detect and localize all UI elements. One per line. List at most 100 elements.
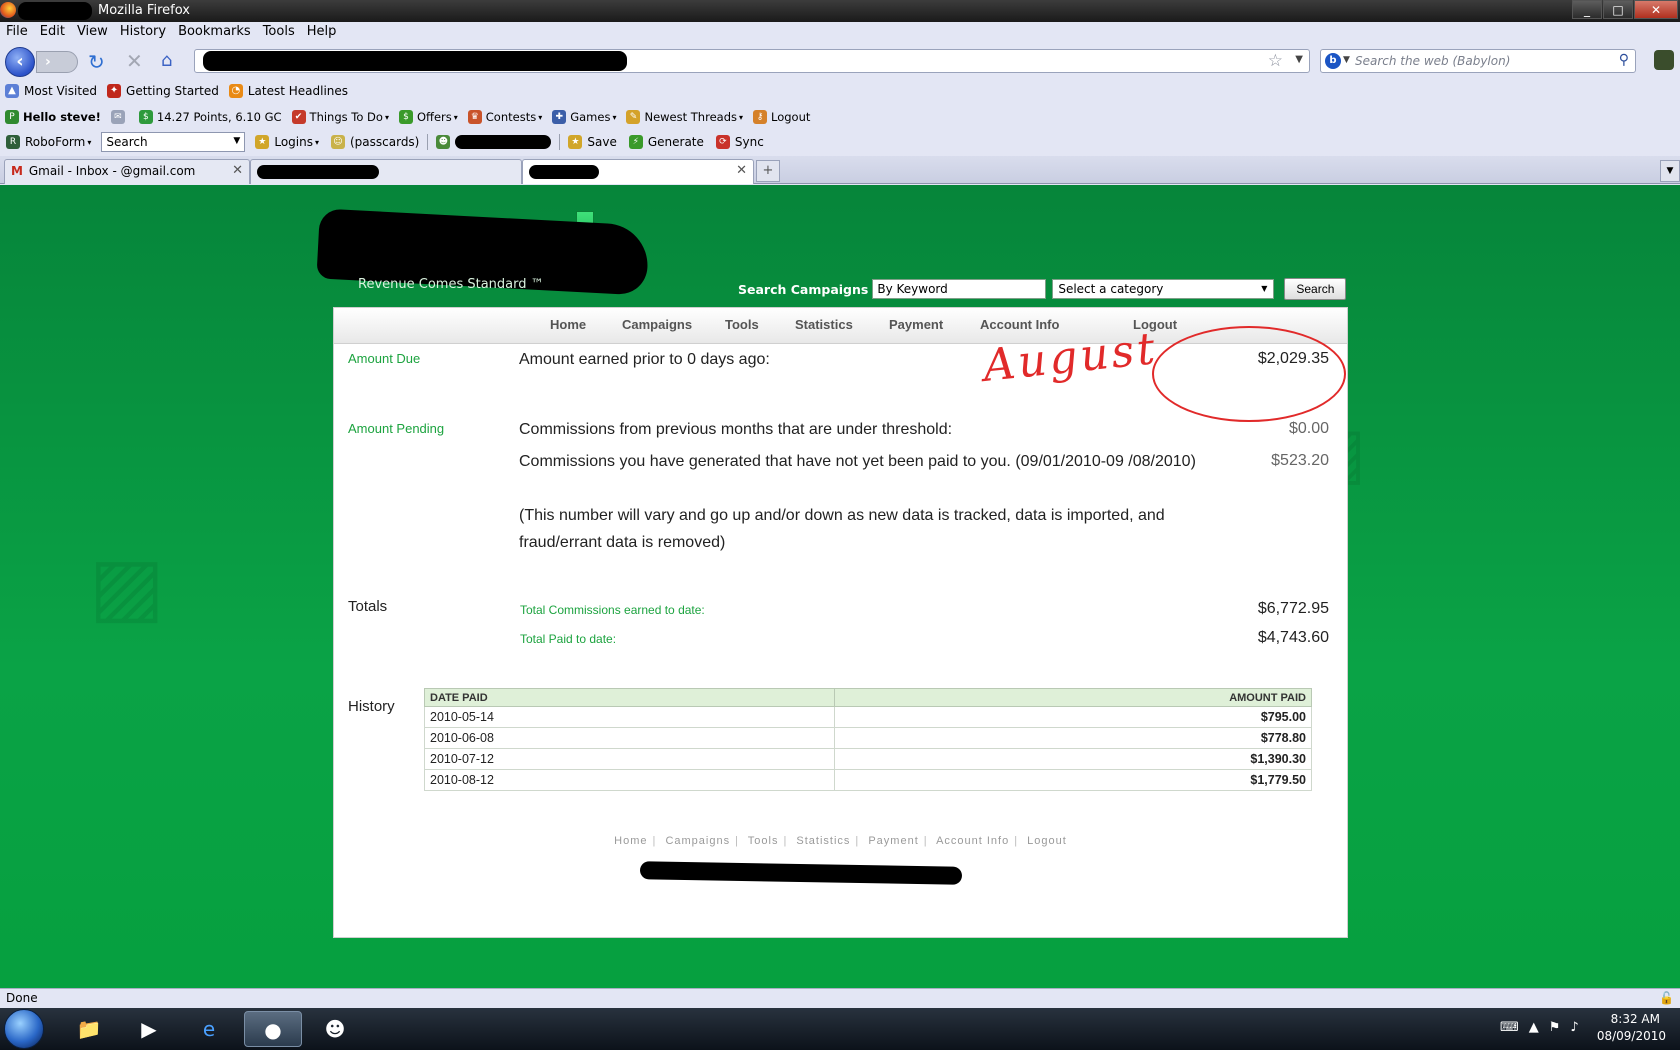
menu-help[interactable]: Help (301, 22, 343, 42)
pending-note: (This number will vary and go up and/or … (519, 507, 1165, 551)
web-search-box[interactable]: b ▼ Search the web (Babylon) ⚲ (1320, 49, 1636, 73)
footer-payment[interactable]: Payment (868, 835, 918, 847)
url-dropdown-icon[interactable]: ▼ (1295, 54, 1303, 65)
chevron-down-icon[interactable]: ▼ (233, 136, 240, 146)
nav-tools[interactable]: Tools (725, 317, 759, 332)
note-icon: ✎ (626, 110, 641, 124)
menu-edit[interactable]: Edit (34, 22, 71, 42)
messenger-icon[interactable]: ☻ (306, 1011, 364, 1047)
bookmark-most-visited[interactable]: ▲ Most Visited (0, 84, 102, 98)
chevron-down-icon[interactable]: ▼ (1343, 55, 1350, 65)
tray-icons[interactable]: ⌨▲⚑♪ (1500, 1020, 1589, 1035)
addon-points[interactable]: $14.27 Points, 6.10 GC (134, 110, 287, 124)
roboform-save[interactable]: ★ Save (562, 135, 622, 149)
tab-gmail[interactable]: M Gmail - Inbox - @gmail.com ✕ (4, 159, 250, 184)
menu-file[interactable]: File (0, 22, 34, 42)
firefox-taskbar-icon[interactable]: ● (244, 1011, 302, 1047)
passcards-icon: ☺ (330, 135, 345, 149)
addon-games[interactable]: ✚ Games ▾ (547, 110, 621, 124)
search-button[interactable]: Search (1284, 278, 1347, 300)
minimize-button[interactable]: _ (1572, 0, 1602, 19)
forward-button[interactable]: › (36, 51, 78, 73)
redaction (18, 2, 92, 20)
amount-cell: $795.00 (834, 706, 1312, 728)
tab-list-button[interactable]: ▼ (1660, 160, 1680, 182)
menu-history[interactable]: History (114, 22, 172, 42)
explorer-icon[interactable]: 📁 (60, 1011, 118, 1047)
column-date-paid[interactable]: DATE PAID (424, 688, 835, 707)
tab-strip: M Gmail - Inbox - @gmail.com ✕ ✕ + ▼ (0, 156, 1680, 184)
addon-offers[interactable]: $ Offers ▾ (394, 110, 463, 124)
roboform-generate[interactable]: ⚡ Generate (623, 135, 710, 149)
menu-bookmarks[interactable]: Bookmarks (172, 22, 257, 42)
annotation-circle (1152, 326, 1346, 422)
menu-tools[interactable]: Tools (257, 22, 301, 42)
date-cell: 2010-07-12 (424, 748, 835, 770)
star-icon: ★ (255, 135, 270, 149)
date-cell: 2010-06-08 (424, 727, 835, 749)
start-button[interactable] (4, 1009, 44, 1049)
clock-date[interactable]: 08/09/2010 (1597, 1029, 1666, 1043)
tab-redacted[interactable] (250, 159, 522, 184)
roboform-menu[interactable]: R RoboForm ▾ (0, 135, 97, 149)
close-tab-icon[interactable]: ✕ (232, 163, 243, 178)
nav-account-info[interactable]: Account Info (980, 317, 1059, 332)
keyword-input[interactable]: By Keyword (872, 279, 1047, 299)
addon-greeting[interactable]: P Hello steve! (0, 110, 106, 124)
new-tab-button[interactable]: + (756, 160, 780, 182)
toolbar-separator (559, 134, 561, 150)
totals-label: Totals (348, 598, 388, 615)
roboform-identity[interactable]: ☻ (430, 135, 557, 149)
internet-explorer-icon[interactable]: e (180, 1011, 238, 1047)
reload-icon[interactable]: ↻ (88, 50, 105, 74)
footer-home[interactable]: Home (614, 835, 647, 847)
nav-statistics[interactable]: Statistics (795, 317, 853, 332)
site-tagline: Revenue Comes Standard ™ (358, 277, 544, 292)
amount-cell: $1,779.50 (834, 769, 1312, 791)
addon-mail[interactable]: ✉ (106, 110, 134, 124)
footer-campaigns[interactable]: Campaigns (665, 835, 730, 847)
footer-statistics[interactable]: Statistics (796, 835, 850, 847)
total-commissions-label: Total Commissions earned to date: (520, 603, 705, 617)
tab-active[interactable]: ✕ (522, 159, 754, 184)
site-logo[interactable]: Revenue Comes Standard ™ (316, 197, 678, 297)
addon-things-to-do[interactable]: ✔ Things To Do ▾ (287, 110, 394, 124)
status-text: Done (6, 991, 38, 1005)
nav-home[interactable]: Home (550, 317, 586, 332)
maximize-button[interactable]: □ (1603, 0, 1633, 19)
addon-newest-threads[interactable]: ✎ Newest Threads ▾ (621, 110, 748, 124)
stop-icon[interactable]: ✕ (126, 49, 143, 73)
pending-unpaid-value: $523.20 (1271, 452, 1329, 469)
footer-tools[interactable]: Tools (748, 835, 779, 847)
roboform-passcards[interactable]: ☺ (passcards) (325, 135, 425, 149)
url-bar[interactable]: ☆ ▼ (194, 49, 1310, 73)
chevron-down-icon: ▾ (314, 137, 319, 147)
column-amount-paid[interactable]: AMOUNT PAID (834, 688, 1312, 707)
envelope-icon: ✉ (110, 110, 125, 124)
search-engine-icon[interactable]: b (1325, 53, 1341, 69)
footer-logout[interactable]: Logout (1027, 835, 1067, 847)
menu-view[interactable]: View (71, 22, 114, 42)
addon-contests[interactable]: ♛ Contests ▾ (463, 110, 547, 124)
close-window-button[interactable]: ✕ (1634, 0, 1678, 19)
nav-campaigns[interactable]: Campaigns (622, 317, 692, 332)
home-icon[interactable]: ⌂ (161, 50, 172, 71)
addon-icon[interactable] (1654, 50, 1674, 70)
addon-logout[interactable]: ⚷ Logout (748, 110, 815, 124)
category-select[interactable]: Select a category ▼ (1052, 279, 1275, 299)
bookmark-star-icon[interactable]: ☆ (1268, 51, 1283, 71)
roboform-sync[interactable]: ⟳ Sync (710, 135, 770, 149)
close-tab-icon[interactable]: ✕ (736, 163, 747, 178)
roboform-search-input[interactable]: Search ▼ (101, 132, 246, 152)
search-icon[interactable]: ⚲ (1619, 52, 1629, 68)
media-player-icon[interactable]: ▶ (120, 1011, 178, 1047)
bookmark-latest-headlines[interactable]: ◔ Latest Headlines (224, 84, 353, 98)
total-paid-value: $4,743.60 (1257, 629, 1329, 646)
clock-time[interactable]: 8:32 AM (1611, 1012, 1660, 1026)
roboform-logins[interactable]: ★ Logins ▾ (249, 135, 325, 149)
back-button[interactable]: ‹ (5, 47, 35, 77)
nav-payment[interactable]: Payment (889, 317, 943, 332)
bookmark-getting-started[interactable]: ✦ Getting Started (102, 84, 224, 98)
chevron-down-icon: ▾ (87, 137, 92, 147)
footer-account-info[interactable]: Account Info (936, 835, 1009, 847)
